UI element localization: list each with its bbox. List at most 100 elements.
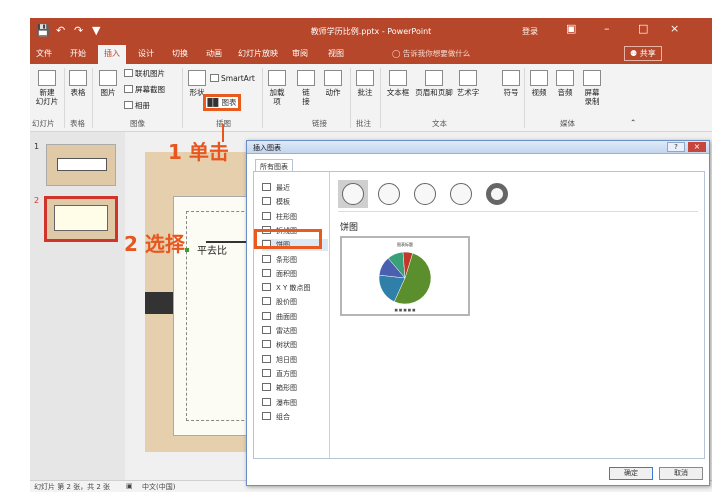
chart-category-label: 模板 xyxy=(276,198,290,207)
link-label: 链 接 xyxy=(302,88,310,106)
tab-design[interactable]: 设计 xyxy=(138,48,154,59)
chart-category-item[interactable]: 旭日图 xyxy=(262,354,328,366)
screen-record-button[interactable]: 屏幕 录制 xyxy=(580,70,604,106)
dialog-title: 插入图表 xyxy=(253,144,281,152)
omega-icon xyxy=(502,70,520,86)
ok-button[interactable]: 确定 xyxy=(609,467,653,480)
action-button[interactable]: 动作 xyxy=(322,70,344,97)
header-footer-label: 页眉和页脚 xyxy=(415,88,453,97)
bar-of-pie-subtype-button[interactable] xyxy=(446,180,476,208)
addins-label: 加载 项 xyxy=(269,88,285,106)
image-label: 图片 xyxy=(100,88,116,97)
slide-counter: 幻灯片 第 2 张，共 2 张 xyxy=(34,483,111,491)
maximize-icon[interactable]: □ xyxy=(638,22,648,35)
pie-subtype-button[interactable] xyxy=(338,180,368,208)
share-button[interactable]: ⚉ 共享 xyxy=(624,46,662,61)
addins-icon xyxy=(268,70,286,86)
action-label: 动作 xyxy=(325,88,341,97)
tab-file[interactable]: 文件 xyxy=(36,48,52,59)
chart-category-item[interactable]: 面积图 xyxy=(262,268,328,280)
chart-category-item[interactable]: 直方图 xyxy=(262,368,328,380)
divider xyxy=(380,68,381,128)
3d-pie-subtype-button[interactable] xyxy=(374,180,404,208)
header-footer-button[interactable]: 页眉和页脚 xyxy=(414,70,454,97)
group-tables: 表格 xyxy=(70,119,85,128)
slide-thumbnail-1[interactable] xyxy=(46,144,116,186)
minimize-icon[interactable]: – xyxy=(604,22,610,35)
symbol-label: 符号 xyxy=(503,88,519,97)
chart-subtype-gallery xyxy=(338,178,698,212)
chart-category-item[interactable]: 曲面图 xyxy=(262,311,328,323)
new-slide-button[interactable]: 新建 幻灯片 xyxy=(32,70,62,106)
chart-category-item[interactable]: 箱形图 xyxy=(262,382,328,394)
box-whisker-icon xyxy=(262,383,271,392)
album-button[interactable]: 相册 xyxy=(124,100,150,111)
group-text: 文本 xyxy=(432,119,447,128)
chart-category-label: 箱形图 xyxy=(276,384,297,393)
chart-category-item[interactable]: 股价图 xyxy=(262,296,328,308)
chart-category-item[interactable]: 条形图 xyxy=(262,254,328,266)
chart-category-item[interactable]: 树状图 xyxy=(262,339,328,351)
chart-preview[interactable]: 图表标题 ■ ■ ■ ■ ■ xyxy=(340,236,470,316)
tab-animations[interactable]: 动画 xyxy=(206,48,222,59)
tab-slideshow[interactable]: 幻灯片放映 xyxy=(238,48,278,59)
tab-review[interactable]: 审阅 xyxy=(292,48,308,59)
image-button[interactable]: 图片 xyxy=(96,70,120,97)
smartart-button[interactable]: SmartArt xyxy=(210,74,255,83)
tab-insert[interactable]: 插入 xyxy=(98,45,126,64)
online-image-icon xyxy=(124,69,133,77)
ribbon-display-icon[interactable]: ▣ xyxy=(566,22,576,35)
comment-button[interactable]: 批注 xyxy=(354,70,376,97)
chart-category-item[interactable]: 最近 xyxy=(262,182,328,194)
video-button[interactable]: 视频 xyxy=(528,70,550,97)
link-icon xyxy=(297,70,315,86)
smartart-icon xyxy=(210,74,219,82)
close-icon[interactable]: × xyxy=(670,22,679,35)
chart-button[interactable]: ▉▉ 图表 xyxy=(203,94,241,111)
online-image-button[interactable]: 联机图片 xyxy=(124,68,165,79)
dialog-titlebar[interactable]: 插入图表 ? × xyxy=(247,141,709,154)
slide-bullet[interactable]: 平去比 xyxy=(185,242,227,257)
table-button[interactable]: 表格 xyxy=(66,70,90,97)
chart-category-item[interactable]: 瀑布图 xyxy=(262,397,328,409)
chart-category-item[interactable]: X Y 散点图 xyxy=(262,282,328,294)
smartart-label: SmartArt xyxy=(221,74,255,83)
video-label: 视频 xyxy=(531,88,547,97)
tab-transitions[interactable]: 切换 xyxy=(172,48,188,59)
screenshot-button[interactable]: 屏幕截图 xyxy=(124,84,165,95)
chart-category-item[interactable]: 模板 xyxy=(262,196,328,208)
textbox-button[interactable]: 文本框 xyxy=(384,70,412,97)
pie-preview-graphic xyxy=(378,251,432,305)
wordart-button[interactable]: 艺术字 xyxy=(454,70,482,97)
link-button[interactable]: 链 接 xyxy=(296,70,316,106)
album-icon xyxy=(124,101,133,109)
login-button[interactable]: 登录 xyxy=(522,26,538,37)
slide-thumbnail-2[interactable] xyxy=(44,196,118,242)
tell-me-search[interactable]: ◯ 告诉我你想要做什么 xyxy=(392,48,470,59)
chart-category-item[interactable]: 柱形图 xyxy=(262,211,328,223)
tab-home[interactable]: 开始 xyxy=(70,48,86,59)
pie-of-pie-subtype-button[interactable] xyxy=(410,180,440,208)
chart-category-item[interactable]: 组合 xyxy=(262,411,328,423)
chart-category-item[interactable]: 雷达图 xyxy=(262,325,328,337)
cancel-button[interactable]: 取消 xyxy=(659,467,703,480)
tab-view[interactable]: 视图 xyxy=(328,48,344,59)
language-indicator[interactable]: 中文(中国) xyxy=(142,482,175,492)
dialog-close-button[interactable]: × xyxy=(688,142,706,152)
pie-chart-icon xyxy=(342,183,364,205)
doughnut-subtype-button[interactable] xyxy=(482,180,512,208)
symbol-button[interactable]: 符号 xyxy=(500,70,522,97)
pie-category-highlight xyxy=(254,229,322,249)
chart-icon: ▉▉ xyxy=(207,98,222,107)
help-button[interactable]: ? xyxy=(667,142,685,152)
comment-label: 批注 xyxy=(357,88,373,97)
audio-button[interactable]: 音频 xyxy=(554,70,576,97)
chart-category-label: 直方图 xyxy=(276,369,297,378)
shapes-button[interactable]: 形状 xyxy=(186,70,208,97)
chart-category-label: 雷达图 xyxy=(276,327,297,335)
screenshot-icon xyxy=(124,85,133,93)
collapse-ribbon-icon[interactable]: ⌃ xyxy=(630,118,636,127)
spellcheck-icon[interactable]: ▣ xyxy=(126,482,133,490)
addins-button[interactable]: 加载 项 xyxy=(266,70,288,106)
doughnut-chart-icon xyxy=(486,183,508,205)
